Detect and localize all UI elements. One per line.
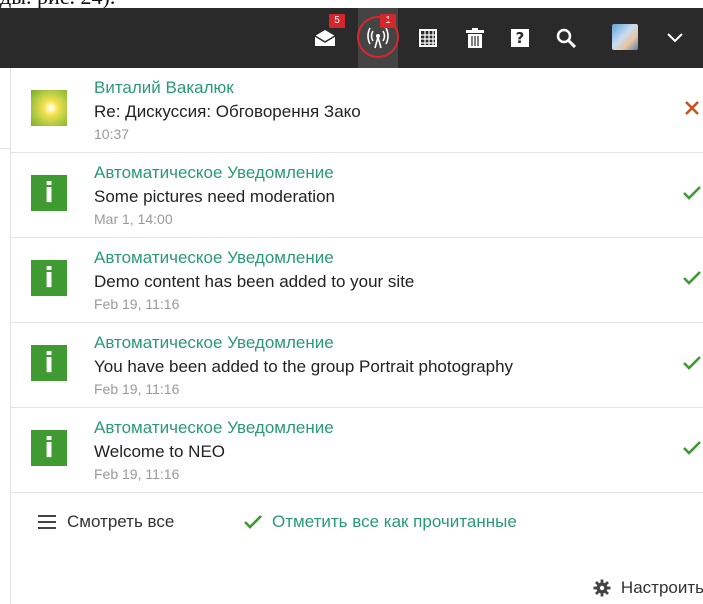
notification-sender[interactable]: Автоматическое Уведомление (94, 418, 334, 438)
messages-count-badge: 5 (329, 14, 345, 28)
info-icon: i (31, 345, 67, 381)
notification-message[interactable]: Some pictures need moderation (94, 187, 335, 207)
search-button[interactable] (546, 8, 586, 68)
info-icon: i (31, 430, 67, 466)
mark-all-read-label: Отметить все как прочитанные (272, 512, 517, 531)
mark-read-button[interactable] (680, 266, 703, 290)
dismiss-button[interactable] (680, 96, 703, 120)
gear-icon (593, 579, 611, 597)
top-toolbar: 5 1 ? (0, 8, 703, 68)
mark-read-button[interactable] (680, 436, 703, 460)
view-all-link[interactable]: Смотреть все (37, 510, 174, 534)
info-icon: i (31, 260, 67, 296)
notification-item[interactable]: i Автоматическое Уведомление You have be… (11, 323, 703, 408)
notification-time: 10:37 (94, 126, 130, 142)
document-text-fragment: ды. рис. 24). (0, 0, 240, 8)
notification-item[interactable]: i Автоматическое Уведомление Some pictur… (11, 153, 703, 238)
check-icon (244, 515, 262, 529)
settings-link[interactable]: Настроить (593, 576, 703, 600)
trash-button[interactable] (455, 8, 495, 68)
sender-avatar (31, 90, 67, 126)
mark-read-button[interactable] (680, 351, 703, 375)
chevron-down-icon (667, 33, 683, 43)
check-icon (683, 356, 701, 370)
trash-icon (466, 28, 484, 48)
view-all-label: Смотреть все (67, 512, 175, 531)
mail-icon (314, 30, 336, 46)
mark-all-read-link[interactable]: Отметить все как прочитанные (244, 510, 517, 534)
settings-label: Настроить (620, 578, 703, 597)
calendar-icon (419, 29, 437, 47)
notification-message[interactable]: Demo content has been added to your site (94, 272, 414, 292)
messages-button[interactable]: 5 (305, 8, 345, 68)
notification-time: Feb 19, 11:16 (94, 466, 180, 482)
check-icon (683, 441, 701, 455)
notification-time: Mar 1, 14:00 (94, 211, 173, 227)
dismiss-icon (685, 101, 699, 115)
notification-sender[interactable]: Автоматическое Уведомление (94, 333, 334, 353)
check-icon (683, 271, 701, 285)
notification-item[interactable]: Виталий Вакалюк Re: Дискуссия: Обговорен… (11, 68, 703, 153)
notification-message[interactable]: Welcome to NEO (94, 442, 225, 462)
mark-read-button[interactable] (680, 181, 703, 205)
help-button[interactable]: ? (500, 8, 540, 68)
notification-time: Feb 19, 11:16 (94, 381, 180, 397)
avatar[interactable] (612, 24, 638, 50)
help-icon: ? (511, 29, 529, 47)
notification-message[interactable]: You have been added to the group Portrai… (94, 357, 513, 377)
notification-time: Feb 19, 11:16 (94, 296, 180, 312)
list-icon (38, 515, 56, 529)
notification-item[interactable]: i Автоматическое Уведомление Welcome to … (11, 408, 703, 493)
notification-item[interactable]: i Автоматическое Уведомление Demo conten… (11, 238, 703, 323)
notification-sender[interactable]: Автоматическое Уведомление (94, 248, 334, 268)
divider (0, 148, 10, 149)
notifications-footer: Смотреть все Отметить все как прочитанны… (11, 492, 703, 552)
info-icon: i (31, 175, 67, 211)
search-icon (556, 28, 576, 48)
notification-message[interactable]: Re: Дискуссия: Обговорення Зако (94, 102, 361, 122)
notification-sender[interactable]: Автоматическое Уведомление (94, 163, 334, 183)
check-icon (683, 186, 701, 200)
calendar-button[interactable] (408, 8, 448, 68)
highlight-circle (357, 16, 399, 58)
notification-sender[interactable]: Виталий Вакалюк (94, 78, 234, 98)
screen: ды. рис. 24). 5 1 (0, 0, 703, 604)
notifications-dropdown: Виталий Вакалюк Re: Дискуссия: Обговорен… (10, 68, 703, 604)
user-menu-button[interactable] (655, 8, 695, 68)
